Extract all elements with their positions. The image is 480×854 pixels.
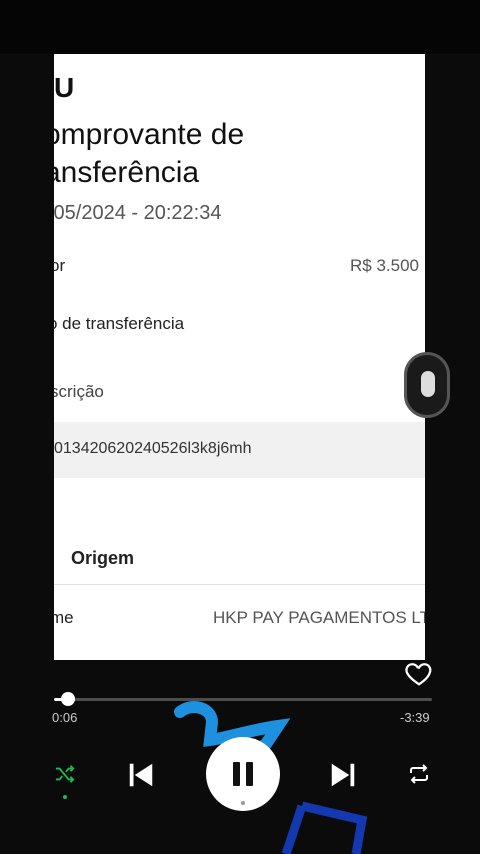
scroll-knob[interactable] <box>404 352 450 418</box>
title-line-2: ansferência <box>54 156 200 189</box>
value-amount: R$ 3.500 <box>350 256 419 275</box>
elapsed-time: 0:06 <box>52 710 78 725</box>
heart-icon[interactable] <box>404 658 434 688</box>
name-value: HKP PAY PAGAMENTOS LT <box>213 608 425 627</box>
remaining-time: -3:39 <box>400 710 430 725</box>
top-bar <box>0 0 480 54</box>
device-dot <box>241 801 245 805</box>
shuffle-icon[interactable] <box>54 764 76 784</box>
pause-icon <box>233 762 240 786</box>
repeat-icon[interactable] <box>406 763 432 785</box>
shuffle-active-dot <box>63 795 67 799</box>
title-line-1: omprovante de <box>54 118 245 151</box>
bank-logo: U <box>54 72 74 103</box>
blue-shape-decoration <box>282 801 368 854</box>
pause-button[interactable] <box>206 737 280 811</box>
name-label: me <box>54 608 74 627</box>
page-title: omprovante de ansferência <box>54 116 244 192</box>
origin-divider <box>54 584 425 585</box>
origin-heading: Origem <box>71 548 135 568</box>
receipt-screen: U omprovante de ansferência /05/2024 - 2… <box>54 54 425 660</box>
previous-icon[interactable] <box>126 760 156 790</box>
transfer-type-label: o de transferência <box>54 314 185 333</box>
progress-thumb[interactable] <box>60 692 75 706</box>
value-label: or <box>54 256 66 275</box>
next-icon[interactable] <box>328 760 358 790</box>
pause-icon-bar <box>246 762 253 786</box>
transfer-datetime: /05/2024 - 20:22:34 <box>54 202 222 224</box>
description-value: 013420620240526l3k8j6mh <box>54 440 252 457</box>
description-label: scrição <box>54 382 104 401</box>
